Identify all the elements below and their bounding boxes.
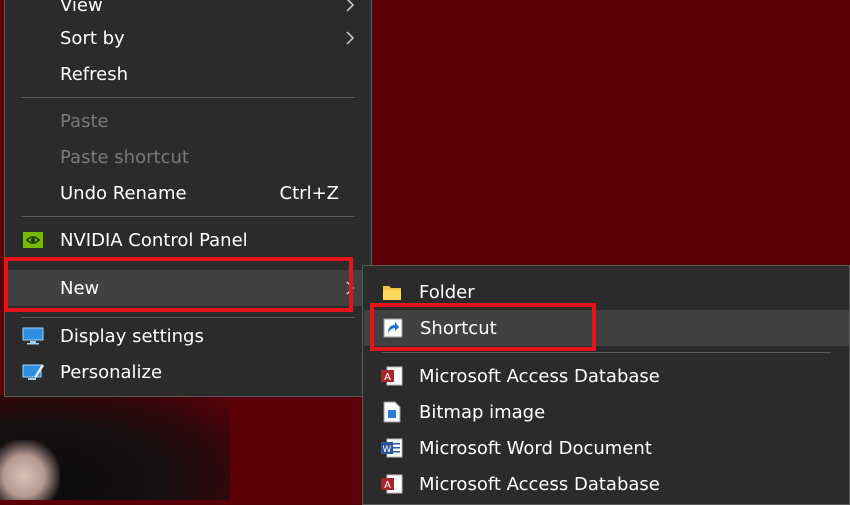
annotation-highlight-shortcut bbox=[370, 303, 596, 351]
submenu-item-access-database-2[interactable]: A Microsoft Access Database bbox=[363, 466, 849, 502]
menu-item-sort-by[interactable]: Sort by bbox=[5, 20, 371, 56]
menu-separator bbox=[21, 216, 355, 217]
menu-item-paste-shortcut: Paste shortcut bbox=[5, 139, 371, 175]
chevron-right-icon bbox=[346, 0, 355, 12]
personalize-icon bbox=[22, 361, 44, 383]
menu-item-label: Undo Rename bbox=[60, 182, 187, 204]
submenu-item-label: Microsoft Access Database bbox=[419, 365, 660, 387]
menu-item-label: Paste bbox=[60, 110, 109, 132]
desktop-context-menu: View Sort by Refresh Paste Paste shortcu… bbox=[4, 0, 372, 397]
menu-item-nvidia-control-panel[interactable]: NVIDIA Control Panel bbox=[5, 222, 371, 258]
wallpaper-figure-highlight bbox=[0, 440, 60, 500]
submenu-item-word-document[interactable]: W Microsoft Word Document bbox=[363, 430, 849, 466]
submenu-item-label: Bitmap image bbox=[419, 401, 546, 423]
menu-item-refresh[interactable]: Refresh bbox=[5, 56, 371, 92]
word-icon: W bbox=[381, 437, 403, 459]
menu-separator bbox=[21, 97, 355, 98]
bitmap-icon bbox=[381, 401, 403, 423]
svg-text:A: A bbox=[384, 372, 391, 383]
submenu-item-bitmap-image[interactable]: Bitmap image bbox=[363, 394, 849, 430]
menu-item-label: View bbox=[60, 0, 103, 16]
annotation-highlight-new bbox=[4, 257, 353, 312]
access-icon: A bbox=[381, 365, 403, 387]
menu-item-label: Personalize bbox=[60, 361, 163, 383]
access-icon: A bbox=[381, 473, 403, 495]
new-submenu: Folder Shortcut A Microsoft Access Datab… bbox=[362, 265, 850, 505]
menu-item-label: Refresh bbox=[60, 63, 128, 85]
menu-item-personalize[interactable]: Personalize bbox=[5, 354, 371, 390]
menu-item-undo-rename[interactable]: Undo Rename Ctrl+Z bbox=[5, 175, 371, 211]
menu-item-display-settings[interactable]: Display settings bbox=[5, 318, 371, 354]
svg-text:A: A bbox=[384, 480, 391, 491]
display-icon bbox=[22, 325, 44, 347]
submenu-item-label: Microsoft Access Database bbox=[419, 473, 660, 495]
submenu-item-label: Microsoft Word Document bbox=[419, 437, 652, 459]
keyboard-shortcut: Ctrl+Z bbox=[279, 182, 339, 204]
menu-item-paste: Paste bbox=[5, 103, 371, 139]
submenu-item-access-database[interactable]: A Microsoft Access Database bbox=[363, 358, 849, 394]
svg-text:W: W bbox=[383, 445, 392, 455]
chevron-right-icon bbox=[346, 31, 355, 45]
menu-separator bbox=[381, 352, 831, 353]
folder-icon bbox=[381, 281, 403, 303]
submenu-item-label: Folder bbox=[419, 281, 475, 303]
menu-item-label: Paste shortcut bbox=[60, 146, 189, 168]
nvidia-icon bbox=[22, 229, 44, 251]
menu-item-label: NVIDIA Control Panel bbox=[60, 229, 248, 251]
menu-item-label: Display settings bbox=[60, 325, 204, 347]
menu-item-label: Sort by bbox=[60, 27, 125, 49]
